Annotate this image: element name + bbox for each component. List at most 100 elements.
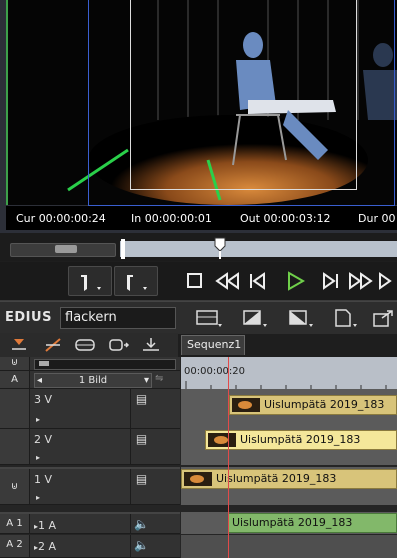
zoom-label: 1 Bild [78,375,108,386]
fast-forward-button[interactable] [346,266,376,296]
clip-thumbnail [184,472,212,486]
track-lane-2a[interactable] [181,535,397,558]
track-header-1a[interactable]: A 1 ▸1 A 🔈 [0,512,180,534]
app-header: EDIUS flackern [0,301,397,334]
clip-thumbnail [208,433,236,447]
tab-sequenz1[interactable]: Sequenz1 [181,335,245,355]
chevron-down-icon: ▾ [143,375,149,386]
link-button[interactable] [72,335,98,355]
sequence-mode-button[interactable] [193,308,223,328]
header-lock[interactable]: ⊍ [0,357,30,370]
mark-out-icon [127,275,147,291]
step-forward-button[interactable] [314,266,344,296]
out-timecode: Out 00:00:03:12 [240,212,331,225]
video-toggle-icon[interactable]: ▤ [130,429,152,464]
ripple-button[interactable] [106,335,132,355]
clip-label: Uislumpätä 2019_183 [264,398,385,411]
in-timecode: In 00:00:00:01 [131,212,212,225]
dur-timecode: Dur 00 [358,212,396,225]
app-logo: EDIUS [5,310,52,325]
expand-arrow-icon[interactable]: ▸ [36,493,40,502]
stop-icon [187,273,202,288]
step-back-icon [250,272,265,290]
playhead-icon[interactable] [214,237,226,259]
track-lock-2a[interactable]: A 2 [0,535,30,557]
shuttle-grip[interactable] [55,245,77,253]
clip-label: Uislumpätä 2019_183 [240,433,361,446]
step-back-button[interactable] [244,266,274,296]
track-lane-1v[interactable]: Uislumpätä 2019_183 [181,467,397,505]
zoom-select[interactable]: ◂ 1 Bild ▾ [34,373,152,388]
speaker-icon[interactable]: 🔈 [130,514,152,533]
transport-controls [0,262,397,302]
new-file-button[interactable] [330,308,360,328]
clip-thumbnail [232,398,260,412]
clip-1v[interactable]: Uislumpätä 2019_183 [181,469,397,489]
track-header-2a[interactable]: A 2 ▸2 A 🔈 [0,535,180,558]
next-edit-icon [379,272,392,290]
track-lock-2v[interactable] [0,429,30,464]
video-toggle-icon[interactable]: ▤ [130,469,152,504]
overwrite-button[interactable] [286,308,316,328]
track-name-3v: 3 V [34,393,53,406]
clip-label: Uislumpätä 2019_183 [216,472,337,485]
ruler-ticks [185,381,387,389]
play-button[interactable] [280,266,310,296]
time-ruler[interactable]: 00:00:00:20 [181,357,397,389]
step-forward-icon [323,272,338,290]
audio-header-lock[interactable]: A [0,371,30,388]
export-button[interactable] [370,308,397,328]
zoom-scroll[interactable] [34,359,176,370]
clip-1a[interactable]: Uislumpätä 2019_183 [228,513,397,533]
razor-icon [45,338,61,352]
timeline-toolbar [0,333,178,357]
fast-forward-icon [349,272,373,290]
split-icon [243,310,267,327]
link-icon [75,339,95,351]
shuttle-slider[interactable] [10,243,116,257]
track-header-3v[interactable]: 3 V ▸ ▤ [0,389,180,429]
clip-3v[interactable]: Uislumpätä 2019_183 [229,395,397,415]
set-in-button[interactable] [6,335,32,355]
track-header-toolbar: ⊍ [0,357,180,371]
expand-arrow-icon[interactable]: ▸ [36,415,40,424]
timeline-cursor[interactable] [228,357,229,558]
ruler-timecode: 00:00:00:20 [184,366,246,377]
track-header-2v[interactable]: 2 V ▸ ▤ [0,429,180,465]
mark-out-button[interactable] [114,266,158,296]
stop-button[interactable] [180,266,210,296]
mode-button[interactable] [240,308,270,328]
track-lane-1a[interactable]: Uislumpätä 2019_183 [181,512,397,534]
expand-arrow-icon[interactable]: ▸ [36,453,40,462]
marker-down-icon [12,339,26,350]
sync-button[interactable] [138,335,164,355]
film-icon [196,310,222,327]
track-name-2a: ▸2 A [34,540,57,553]
track-lock-3v[interactable] [0,389,30,428]
rewind-button[interactable] [212,266,242,296]
project-name-field[interactable]: flackern [60,307,176,329]
track-lane-2v[interactable]: Uislumpätä 2019_183 [181,429,397,465]
scrub-bar [0,233,397,261]
overwrite-icon [289,310,313,327]
video-toggle-icon[interactable]: ▤ [130,389,152,428]
mark-in-icon [81,275,101,291]
track-name-1a: ▸1 A [34,519,57,532]
title-safe-frame [130,0,357,190]
snap-icon[interactable]: ⇋ [155,373,163,384]
mark-in-button[interactable] [68,266,112,296]
track-lane-3v[interactable]: Uislumpätä 2019_183 [181,389,397,429]
track-name-1v: 1 V [34,473,53,486]
speaker-icon[interactable]: 🔈 [130,535,152,557]
position-track[interactable] [120,241,397,257]
ripple-icon [109,339,130,351]
clip-2v[interactable]: Uislumpätä 2019_183 [205,430,397,450]
cut-mode-button[interactable] [40,335,66,355]
track-header-1v[interactable]: ⊍ 1 V ▸ ▤ [0,467,180,505]
track-lock-1a[interactable]: A 1 [0,514,30,533]
document-icon [335,309,357,327]
in-marker[interactable] [121,239,125,259]
loop-button[interactable] [376,266,397,296]
timecode-bar: Cur 00:00:00:24 In 00:00:00:01 Out 00:00… [6,206,397,230]
track-lock-1v[interactable]: ⊍ [0,469,30,504]
